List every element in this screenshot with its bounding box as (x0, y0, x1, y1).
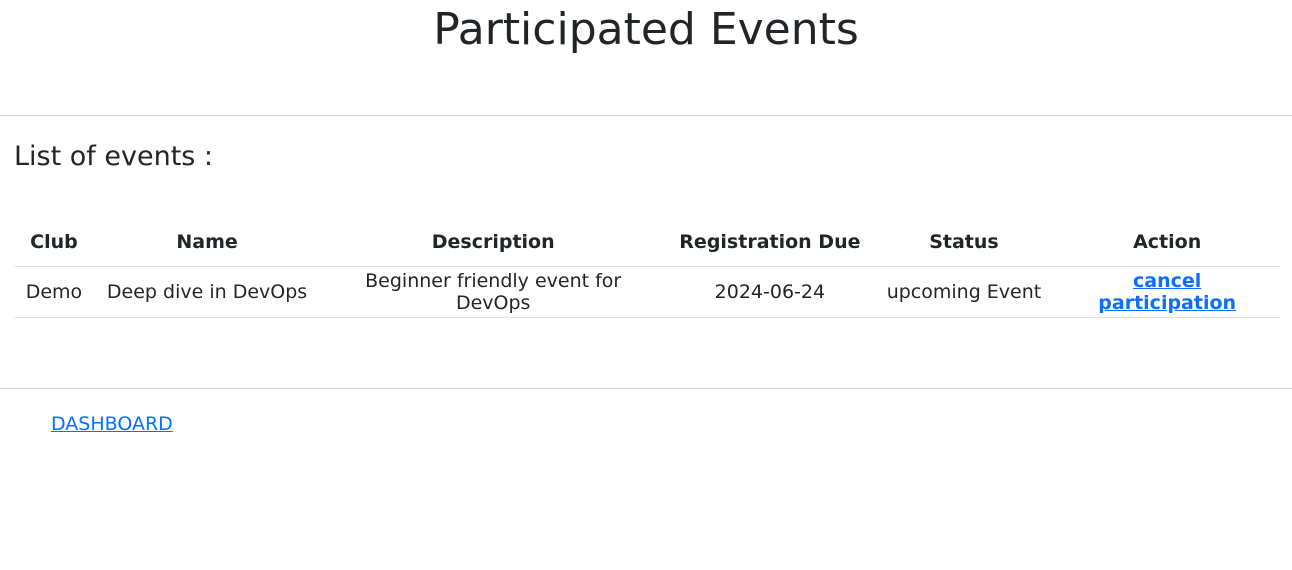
footer-nav: DASHBOARD (0, 389, 1292, 435)
column-header-registration-due: Registration Due (666, 218, 874, 267)
cell-status: upcoming Event (873, 266, 1055, 318)
column-header-club: Club (14, 218, 94, 267)
table-row: Demo Deep dive in DevOps Beginner friend… (14, 266, 1280, 318)
column-header-description: Description (320, 218, 667, 267)
events-table-body: Demo Deep dive in DevOps Beginner friend… (14, 266, 1280, 318)
column-header-name: Name (93, 218, 321, 267)
cell-action: cancel participation (1054, 266, 1280, 318)
page-title: Participated Events (433, 4, 859, 55)
header-row: Club Name Description Registration Due S… (14, 218, 1280, 267)
dashboard-link[interactable]: DASHBOARD (51, 413, 173, 435)
cell-registration-due: 2024-06-24 (666, 266, 874, 318)
cell-name: Deep dive in DevOps (93, 266, 321, 318)
cell-description: Beginner friendly event for DevOps (320, 266, 667, 318)
page: Participated Events List of events : Clu… (0, 0, 1292, 570)
cell-club: Demo (14, 266, 94, 318)
events-table-header: Club Name Description Registration Due S… (14, 218, 1280, 267)
cancel-participation-link[interactable]: cancel participation (1098, 270, 1236, 314)
column-header-status: Status (873, 218, 1055, 267)
events-table: Club Name Description Registration Due S… (14, 218, 1280, 318)
column-header-action: Action (1054, 218, 1280, 267)
events-list-heading: List of events : (14, 141, 214, 172)
